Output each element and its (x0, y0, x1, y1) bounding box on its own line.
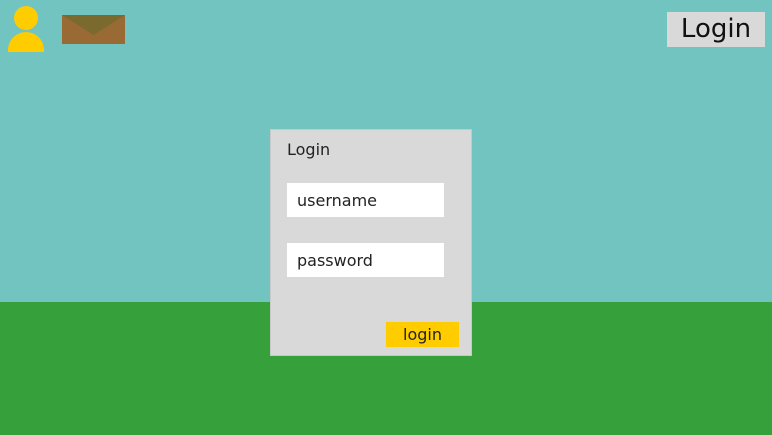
username-input[interactable] (287, 183, 444, 217)
header-login-button[interactable]: Login (667, 12, 765, 47)
avatar-body (8, 32, 44, 52)
login-panel: Login login (270, 129, 472, 356)
avatar-head (14, 6, 38, 30)
avatar-icon[interactable] (8, 6, 44, 52)
password-input[interactable] (287, 243, 444, 277)
login-submit-button[interactable]: login (386, 322, 459, 347)
mail-icon[interactable] (62, 15, 125, 44)
login-panel-title: Login (287, 140, 331, 159)
